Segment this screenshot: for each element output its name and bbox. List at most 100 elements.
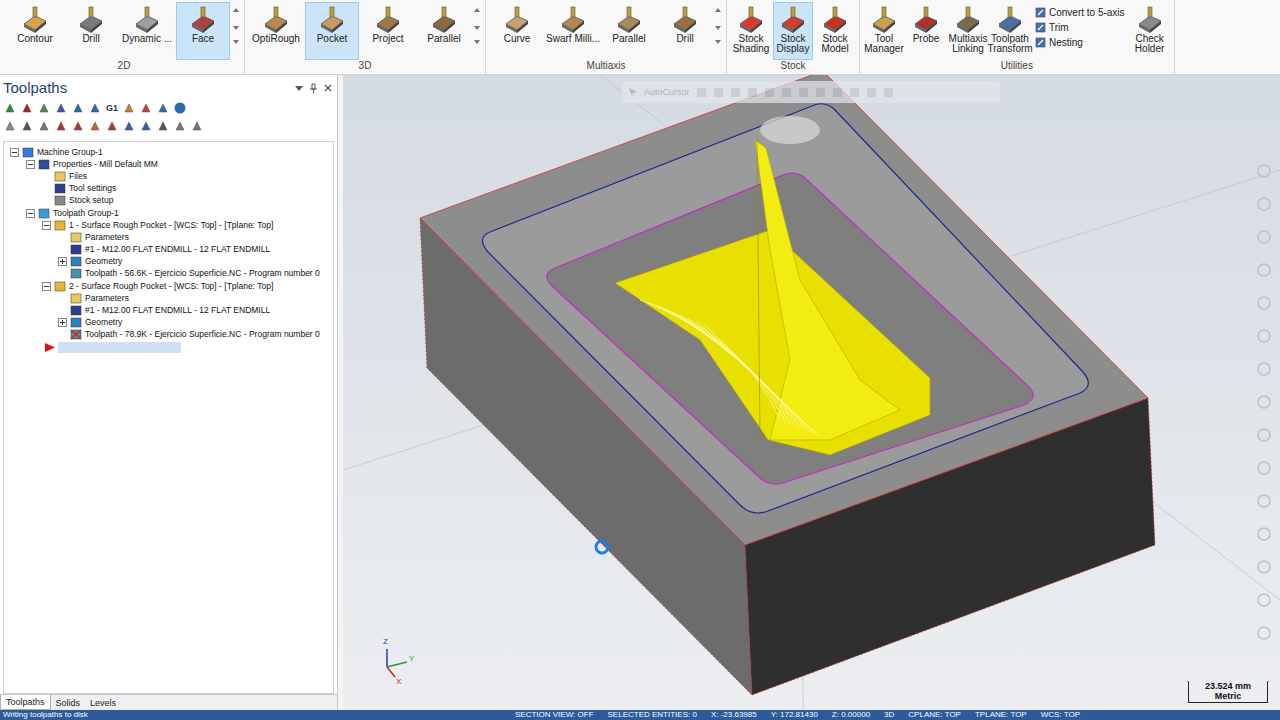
toolbar-icon[interactable] xyxy=(174,120,186,132)
view-tool-icon[interactable] xyxy=(1256,460,1272,476)
toolbar-icon[interactable] xyxy=(38,120,50,132)
toolbar-icon[interactable] xyxy=(140,102,152,114)
view-tool-icon[interactable] xyxy=(1256,427,1272,443)
ribbon-button[interactable]: Stock Model xyxy=(815,2,855,60)
toolbar-icon[interactable] xyxy=(38,102,50,114)
autocursor-tool-icon[interactable] xyxy=(849,87,860,98)
toolbar-icon[interactable] xyxy=(55,102,67,114)
autocursor-tool-icon[interactable] xyxy=(764,87,775,98)
tree-item[interactable]: Geometry xyxy=(4,317,333,329)
ribbon-button[interactable]: Project xyxy=(361,2,415,60)
tree-item[interactable]: Machine Group-1 xyxy=(4,146,333,158)
ribbon-button[interactable]: Drill xyxy=(64,2,118,60)
collapse-icon[interactable] xyxy=(42,282,51,291)
toolbar-icon[interactable] xyxy=(72,102,84,114)
insert-marker-row[interactable] xyxy=(4,341,333,353)
panel-tab[interactable]: Toolpaths xyxy=(0,695,51,710)
view-tool-icon[interactable] xyxy=(1256,526,1272,542)
g1-button[interactable]: G1 xyxy=(106,102,118,114)
ribbon-button[interactable]: Toolpath Transform xyxy=(990,2,1030,60)
ribbon-button[interactable]: Parallel xyxy=(417,2,471,60)
tree-item[interactable]: Properties - Mill Default MM xyxy=(4,158,333,170)
expand-icon[interactable] xyxy=(58,257,67,266)
ribbon-button[interactable]: Parallel xyxy=(602,2,656,60)
tree-item[interactable]: Parameters xyxy=(4,231,333,243)
tree-item[interactable]: Geometry xyxy=(4,256,333,268)
autocursor-tool-icon[interactable] xyxy=(883,87,894,98)
toolbar-icon[interactable] xyxy=(89,102,101,114)
ribbon-button[interactable]: Stock Shading xyxy=(731,2,771,60)
toolbar-icon[interactable] xyxy=(123,102,135,114)
ribbon-button[interactable]: Drill xyxy=(658,2,712,60)
tree-item[interactable]: 1 - Surface Rough Pocket - [WCS: Top] - … xyxy=(4,219,333,231)
panel-tab[interactable]: Levels xyxy=(85,696,121,710)
autocursor-tool-icon[interactable] xyxy=(730,87,741,98)
toolbar-icon[interactable] xyxy=(123,120,135,132)
ribbon-button[interactable]: Multiaxis Linking xyxy=(948,2,988,60)
tree-item[interactable]: Stock setup xyxy=(4,195,333,207)
autocursor-tool-icon[interactable] xyxy=(815,87,826,98)
ribbon-button[interactable]: Face xyxy=(176,2,230,60)
graphics-viewport[interactable]: AutoCursorZYX23.524 mmMetric xyxy=(343,75,1280,710)
autocursor-tool-icon[interactable] xyxy=(713,87,724,98)
toolbar-icon[interactable] xyxy=(72,120,84,132)
ribbon-button[interactable]: Curve xyxy=(490,2,544,60)
collapse-icon[interactable] xyxy=(10,148,19,157)
ribbon-button[interactable]: Stock Display xyxy=(773,2,813,60)
view-tool-icon[interactable] xyxy=(1256,361,1272,377)
autocursor-tool-icon[interactable] xyxy=(866,87,877,98)
toolbar-icon[interactable] xyxy=(157,102,169,114)
view-tool-icon[interactable] xyxy=(1256,493,1272,509)
autocursor-tool-icon[interactable] xyxy=(832,87,843,98)
help-icon[interactable] xyxy=(174,102,186,114)
collapse-icon[interactable] xyxy=(42,221,51,230)
view-tool-icon[interactable] xyxy=(1256,196,1272,212)
ribbon-small-button[interactable]: Nesting xyxy=(1035,35,1125,50)
ribbon-button[interactable]: Probe xyxy=(906,2,946,60)
expand-icon[interactable] xyxy=(58,318,67,327)
view-tool-icon[interactable] xyxy=(1256,394,1272,410)
toolbar-icon[interactable] xyxy=(89,120,101,132)
gallery-scroll-icon[interactable] xyxy=(714,4,722,48)
tree-item[interactable]: #1 - M12.00 FLAT ENDMILL - 12 FLAT ENDMI… xyxy=(4,304,333,316)
view-tool-icon[interactable] xyxy=(1256,229,1272,245)
toolbar-icon[interactable] xyxy=(191,120,203,132)
ribbon-button[interactable]: OptiRough xyxy=(249,2,303,60)
tree-item[interactable]: #1 - M12.00 FLAT ENDMILL - 12 FLAT ENDMI… xyxy=(4,244,333,256)
gallery-scroll-icon[interactable] xyxy=(232,4,240,48)
tree-item[interactable]: Tool settings xyxy=(4,183,333,195)
autocursor-tool-icon[interactable] xyxy=(696,87,707,98)
view-tool-icon[interactable] xyxy=(1256,328,1272,344)
toolbar-icon[interactable] xyxy=(21,120,33,132)
gallery-scroll-icon[interactable] xyxy=(473,4,481,48)
collapse-icon[interactable] xyxy=(26,160,35,169)
toolbar-icon[interactable] xyxy=(21,102,33,114)
toolbar-icon[interactable] xyxy=(157,120,169,132)
ribbon-small-button[interactable]: Trim xyxy=(1035,20,1125,35)
ribbon-button[interactable]: Tool Manager xyxy=(864,2,904,60)
toolbar-icon[interactable] xyxy=(4,120,16,132)
autocursor-tool-icon[interactable] xyxy=(798,87,809,98)
dropdown-icon[interactable] xyxy=(295,84,303,92)
tree-item[interactable]: Toolpath - 56.6K - Ejercicio Superficie.… xyxy=(4,268,333,280)
tree-item[interactable]: Toolpath Group-1 xyxy=(4,207,333,219)
panel-tab[interactable]: Solids xyxy=(51,696,86,710)
pin-icon[interactable] xyxy=(309,83,318,93)
autocursor-tool-icon[interactable] xyxy=(781,87,792,98)
ribbon-button[interactable]: Swarf Milli... xyxy=(546,2,600,60)
toolbar-icon[interactable] xyxy=(55,120,67,132)
view-tool-icon[interactable] xyxy=(1256,592,1272,608)
tree-item[interactable]: Parameters xyxy=(4,292,333,304)
tree-item[interactable]: 2 - Surface Rough Pocket - [WCS: Top] - … xyxy=(4,280,333,292)
ribbon-button[interactable]: Check Holder xyxy=(1130,2,1170,60)
view-tool-icon[interactable] xyxy=(1256,559,1272,575)
view-tool-icon[interactable] xyxy=(1256,262,1272,278)
toolbar-icon[interactable] xyxy=(4,102,16,114)
view-tool-icon[interactable] xyxy=(1256,625,1272,641)
view-tool-icon[interactable] xyxy=(1256,295,1272,311)
ribbon-button[interactable]: Dynamic ... xyxy=(120,2,174,60)
toolbar-icon[interactable] xyxy=(140,120,152,132)
ribbon-button[interactable]: Contour xyxy=(8,2,62,60)
autocursor-tool-icon[interactable] xyxy=(747,87,758,98)
close-icon[interactable] xyxy=(324,84,332,92)
